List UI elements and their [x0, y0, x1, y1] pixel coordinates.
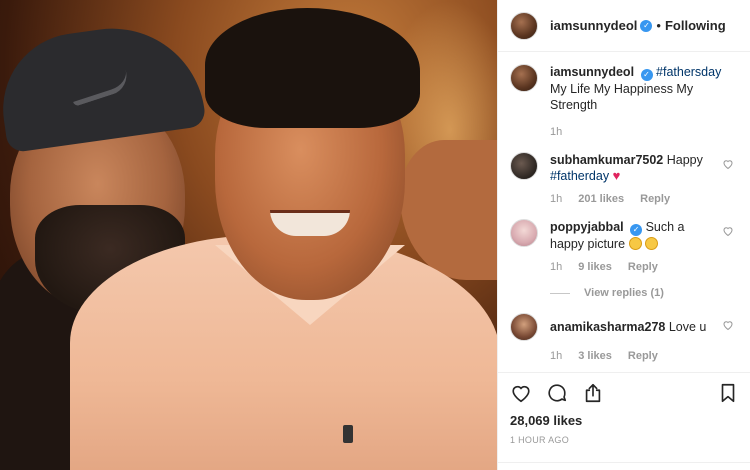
comment-username[interactable]: anamikasharma278	[550, 320, 665, 334]
caption-meta: 1h	[550, 126, 734, 138]
caption-author-username[interactable]: iamsunnydeol	[550, 65, 634, 79]
post-side-panel: iamsunnydeol ✓ • Following iamsunnydeol …	[497, 0, 750, 470]
comment-likes[interactable]: 3 likes	[578, 350, 612, 362]
header-separator: •	[656, 18, 661, 33]
comment-meta: 1h 3 likes Reply	[550, 350, 734, 362]
verified-badge-icon: ✓	[640, 69, 653, 81]
comment-meta: 1h 201 likes Reply	[550, 193, 734, 205]
grinning-face-emoji-icon	[628, 237, 642, 250]
comment-text: subhamkumar7502 Happy #fatherday ♥	[550, 152, 722, 184]
red-heart-emoji-icon: ♥	[612, 168, 621, 183]
comment-username[interactable]: subhamkumar7502	[550, 153, 663, 167]
instagram-post: iamsunnydeol ✓ • Following iamsunnydeol …	[0, 0, 750, 470]
comment-item: poppyjabbal ✓ Such a happy picture 1h 9 …	[510, 219, 734, 299]
comment-bubble-icon[interactable]	[546, 382, 568, 404]
comment-text: poppyjabbal ✓ Such a happy picture	[550, 219, 722, 252]
verified-badge-icon: ✓	[640, 19, 653, 32]
comment-body: Love u	[668, 320, 707, 334]
share-icon[interactable]	[582, 382, 604, 404]
reply-button[interactable]: Reply	[628, 350, 658, 362]
comment-time: 1h	[550, 193, 563, 205]
view-replies-button[interactable]: View replies (1)	[550, 287, 734, 299]
like-comment-heart-icon[interactable]	[722, 158, 734, 170]
caption-body: My Life My Happiness My Strength	[550, 82, 694, 112]
reply-button[interactable]: Reply	[628, 261, 658, 273]
right-person-hair	[205, 8, 420, 128]
shirt-button	[343, 425, 353, 443]
add-comment-bar[interactable]	[498, 462, 750, 470]
comment-text: anamikasharma278 Love u	[550, 313, 722, 335]
post-actions: 28,069 likes 1 HOUR AGO	[498, 372, 750, 445]
caption-author-avatar[interactable]	[510, 64, 538, 92]
author-username[interactable]: iamsunnydeol	[550, 18, 637, 33]
commenter-avatar[interactable]	[510, 219, 538, 247]
comment-body: Happy	[666, 153, 703, 167]
comment-likes[interactable]: 201 likes	[578, 193, 624, 205]
commenter-avatar[interactable]	[510, 152, 538, 180]
like-comment-heart-icon[interactable]	[722, 225, 734, 237]
likes-count[interactable]: 28,069 likes	[510, 413, 739, 428]
heart-icon[interactable]	[510, 382, 532, 404]
comment-meta: 1h 9 likes Reply	[550, 261, 734, 273]
action-icons	[510, 381, 739, 405]
reply-button[interactable]: Reply	[640, 193, 670, 205]
comment-item: anamikasharma278 Love u 1h 3 likes Reply	[510, 313, 734, 362]
post-timestamp: 1 HOUR AGO	[510, 435, 570, 445]
post-photo[interactable]	[0, 0, 497, 470]
comment-time: 1h	[550, 261, 563, 273]
like-comment-heart-icon[interactable]	[722, 319, 734, 331]
caption: iamsunnydeol ✓ #fathersday My Life My Ha…	[510, 64, 734, 138]
comment-time: 1h	[550, 350, 563, 362]
following-button[interactable]: Following	[665, 18, 726, 33]
caption-hashtag[interactable]: #fathersday	[656, 65, 721, 79]
bookmark-icon[interactable]	[717, 382, 739, 404]
author-avatar[interactable]	[510, 11, 538, 40]
comment-item: subhamkumar7502 Happy #fatherday ♥ 1h 20…	[510, 152, 734, 205]
comment-likes[interactable]: 9 likes	[578, 261, 612, 273]
caption-time: 1h	[550, 126, 563, 138]
commenter-avatar[interactable]	[510, 313, 538, 341]
post-header: iamsunnydeol ✓ • Following	[498, 0, 750, 52]
comment-username[interactable]: poppyjabbal	[550, 220, 624, 234]
comment-hashtag[interactable]: #fatherday	[550, 169, 609, 183]
verified-badge-icon: ✓	[630, 224, 643, 236]
comments-list: iamsunnydeol ✓ #fathersday My Life My Ha…	[498, 52, 750, 372]
caption-text: iamsunnydeol ✓ #fathersday My Life My Ha…	[550, 64, 734, 113]
grinning-face-emoji-icon	[645, 237, 659, 250]
